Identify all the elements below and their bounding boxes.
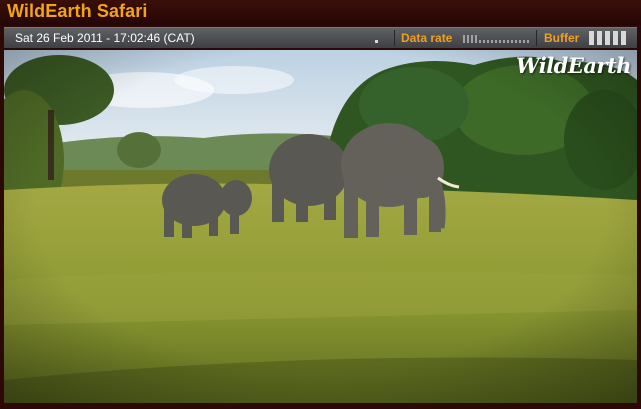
- data-rate-tick: [475, 35, 477, 43]
- app-title: WildEarth Safari: [7, 1, 148, 21]
- data-rate-tick: [495, 40, 497, 43]
- buffer-meter-icon: [589, 31, 629, 45]
- data-rate-tick: [519, 40, 521, 43]
- buffer-label: Buffer: [544, 31, 580, 45]
- data-rate-tick: [463, 35, 465, 43]
- data-rate-tick: [527, 40, 529, 43]
- data-rate-meter-icon: [463, 34, 531, 43]
- buffer-bar: [621, 31, 626, 45]
- divider: [536, 30, 537, 46]
- buffer-bar: [589, 31, 594, 45]
- video-frame: [4, 50, 637, 403]
- datetime-readout: Sat 26 Feb 2011 - 17:02:46 (CAT): [15, 31, 195, 45]
- buffer-bar: [597, 31, 602, 45]
- video-stream[interactable]: WildEarth: [4, 50, 637, 403]
- wildearth-logo: WildEarth: [516, 53, 632, 78]
- status-dot: [375, 40, 378, 43]
- data-rate-tick: [467, 35, 469, 43]
- divider: [394, 30, 395, 46]
- data-rate-label: Data rate: [401, 31, 453, 45]
- data-rate-tick: [523, 40, 525, 43]
- data-rate-tick: [479, 40, 481, 43]
- data-rate-tick: [511, 40, 513, 43]
- data-rate-tick: [507, 40, 509, 43]
- title-bar: WildEarth Safari: [0, 0, 641, 25]
- status-bar: Sat 26 Feb 2011 - 17:02:46 (CAT) Data ra…: [4, 27, 637, 48]
- data-rate-tick: [499, 40, 501, 43]
- data-rate-tick: [491, 40, 493, 43]
- data-rate-tick: [471, 35, 473, 43]
- buffer-bar: [605, 31, 610, 45]
- player-window: WildEarth Safari Sat 26 Feb 2011 - 17:02…: [0, 0, 641, 409]
- buffer-bar: [613, 31, 618, 45]
- data-rate-tick: [515, 40, 517, 43]
- data-rate-tick: [483, 40, 485, 43]
- data-rate-tick: [487, 40, 489, 43]
- data-rate-tick: [503, 40, 505, 43]
